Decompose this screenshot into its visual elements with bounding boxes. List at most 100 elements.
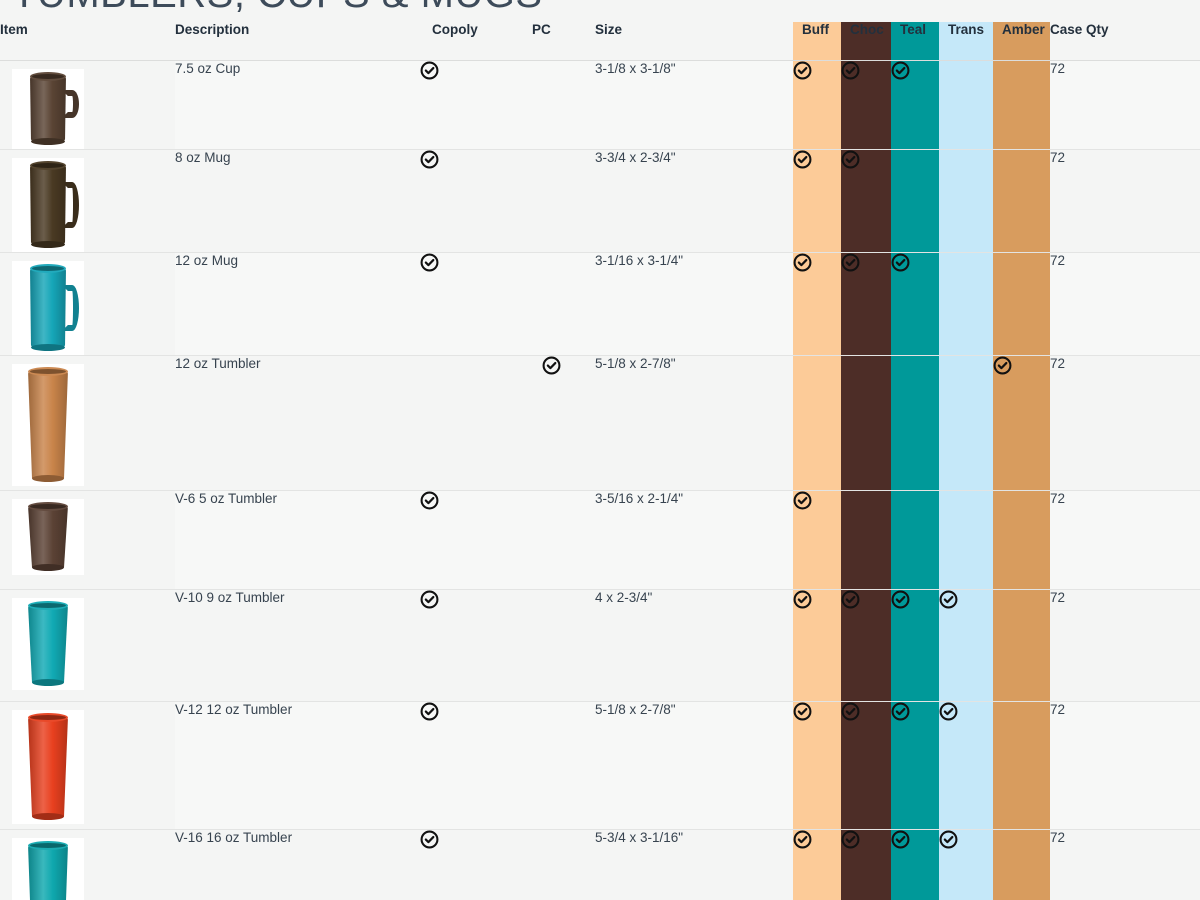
cell-color-buff <box>793 149 841 253</box>
cell-color-teal <box>891 490 939 590</box>
vessel-base <box>32 474 64 482</box>
check-circle-icon <box>793 830 812 849</box>
vessel-body <box>30 267 66 348</box>
table-row[interactable]: 12 oz Tumbler 5-1/8 x 2-7/8" 72 <box>0 355 1200 491</box>
check-circle-icon <box>793 491 812 510</box>
cell-pc <box>520 60 595 150</box>
cell-item-image[interactable] <box>0 149 175 253</box>
column-header-trans[interactable]: Trans <box>939 22 993 61</box>
vessel-base <box>31 240 65 248</box>
table-row[interactable]: 8 oz Mug 3-3/4 x 2-3/4" 72 <box>0 149 1200 253</box>
cell-color-choc <box>841 252 891 356</box>
column-header-pc[interactable]: PC <box>520 22 595 61</box>
catalog-page: TUMBLERS, CUPS & MUGS Item Description C… <box>0 0 1200 900</box>
cell-description: V-12 12 oz Tumbler <box>175 701 420 830</box>
column-header-description[interactable]: Description <box>175 22 420 61</box>
column-header-case-qty[interactable]: Case Qty <box>1050 22 1200 61</box>
check-circle-icon <box>891 61 910 80</box>
check-circle-icon <box>841 61 860 80</box>
cell-color-buff <box>793 355 841 491</box>
cell-item-image[interactable] <box>0 829 175 900</box>
cell-color-amber <box>993 829 1050 900</box>
column-header-teal[interactable]: Teal <box>891 22 939 61</box>
cell-size: 5-1/8 x 2-7/8" <box>595 701 793 830</box>
cell-item-image[interactable] <box>0 60 175 150</box>
cell-description: V-10 9 oz Tumbler <box>175 589 420 702</box>
cell-color-trans <box>939 149 993 253</box>
cell-copoly <box>420 60 520 150</box>
vessel-body <box>28 716 68 817</box>
cell-copoly <box>420 252 520 356</box>
product-image <box>12 68 84 149</box>
product-image <box>12 363 84 486</box>
cell-color-teal <box>891 60 939 150</box>
table-row[interactable]: 7.5 oz Cup 3-1/8 x 3-1/8" 72 <box>0 60 1200 150</box>
cell-description: 12 oz Mug <box>175 252 420 356</box>
check-circle-icon <box>793 61 812 80</box>
table-body: 7.5 oz Cup 3-1/8 x 3-1/8" 72 8 oz Mug 3-3/4 … <box>0 60 1200 900</box>
table-row[interactable]: V-12 12 oz Tumbler 5-1/8 x 2-7/8" 72 <box>0 701 1200 830</box>
cell-pc <box>520 829 595 900</box>
table-row[interactable]: V-6 5 oz Tumbler 3-5/16 x 2-1/4" 72 <box>0 490 1200 590</box>
table-row[interactable]: 12 oz Mug 3-1/16 x 3-1/4" 72 <box>0 252 1200 356</box>
cell-pc <box>520 490 595 590</box>
cell-copoly <box>420 701 520 830</box>
cell-item-image[interactable] <box>0 252 175 356</box>
cell-color-amber <box>993 589 1050 702</box>
vessel-rim <box>28 600 68 610</box>
cell-pc <box>520 252 595 356</box>
cell-color-buff <box>793 701 841 830</box>
table-row[interactable]: V-10 9 oz Tumbler 4 x 2-3/4" 72 <box>0 589 1200 702</box>
check-circle-icon <box>793 702 812 721</box>
cell-color-trans <box>939 355 993 491</box>
cell-color-amber <box>993 149 1050 253</box>
cell-color-buff <box>793 252 841 356</box>
vessel-body <box>28 604 68 683</box>
column-header-copoly[interactable]: Copoly <box>420 22 520 61</box>
cell-size: 4 x 2-3/4" <box>595 589 793 702</box>
cell-size: 5-1/8 x 2-7/8" <box>595 355 793 491</box>
cell-item-image[interactable] <box>0 589 175 702</box>
check-circle-icon <box>993 356 1012 375</box>
cell-description: 12 oz Tumbler <box>175 355 420 491</box>
column-header-size[interactable]: Size <box>595 22 793 61</box>
cell-pc <box>520 589 595 702</box>
product-image <box>12 597 84 690</box>
cell-color-choc <box>841 589 891 702</box>
cell-pc <box>520 355 595 491</box>
column-header-item[interactable]: Item <box>0 22 175 61</box>
check-circle-icon <box>891 830 910 849</box>
column-header-amber[interactable]: Amber <box>993 22 1050 61</box>
check-circle-icon <box>420 253 439 272</box>
cell-description: 7.5 oz Cup <box>175 60 420 150</box>
vessel-body <box>28 844 68 900</box>
table-row[interactable]: V-16 16 oz Tumbler 5-3/4 x 3-1/16" 72 <box>0 829 1200 900</box>
check-circle-icon <box>939 590 958 609</box>
cell-color-teal <box>891 829 939 900</box>
cell-description: 8 oz Mug <box>175 149 420 253</box>
cell-item-image[interactable] <box>0 355 175 491</box>
check-circle-icon <box>420 830 439 849</box>
vessel-rim <box>28 712 68 722</box>
column-header-choc[interactable]: Choc <box>841 22 891 61</box>
cell-size: 3-5/16 x 2-1/4" <box>595 490 793 590</box>
vessel-rim <box>30 263 66 273</box>
cell-color-buff <box>793 60 841 150</box>
column-header-buff[interactable]: Buff <box>793 22 841 61</box>
vessel-body <box>28 505 68 568</box>
cell-item-image[interactable] <box>0 701 175 830</box>
cell-copoly <box>420 149 520 253</box>
cell-color-teal <box>891 252 939 356</box>
cell-color-trans <box>939 60 993 150</box>
check-circle-icon <box>841 150 860 169</box>
cell-size: 3-3/4 x 2-3/4" <box>595 149 793 253</box>
vessel-body <box>28 370 68 479</box>
product-table: Item Description Copoly PC Size Buff Cho… <box>0 22 1200 900</box>
cell-color-teal <box>891 589 939 702</box>
cell-color-amber <box>993 252 1050 356</box>
cell-item-image[interactable] <box>0 490 175 590</box>
table-header: Item Description Copoly PC Size Buff Cho… <box>0 22 1200 61</box>
cell-color-teal <box>891 701 939 830</box>
cell-color-trans <box>939 701 993 830</box>
cell-size: 3-1/16 x 3-1/4" <box>595 252 793 356</box>
